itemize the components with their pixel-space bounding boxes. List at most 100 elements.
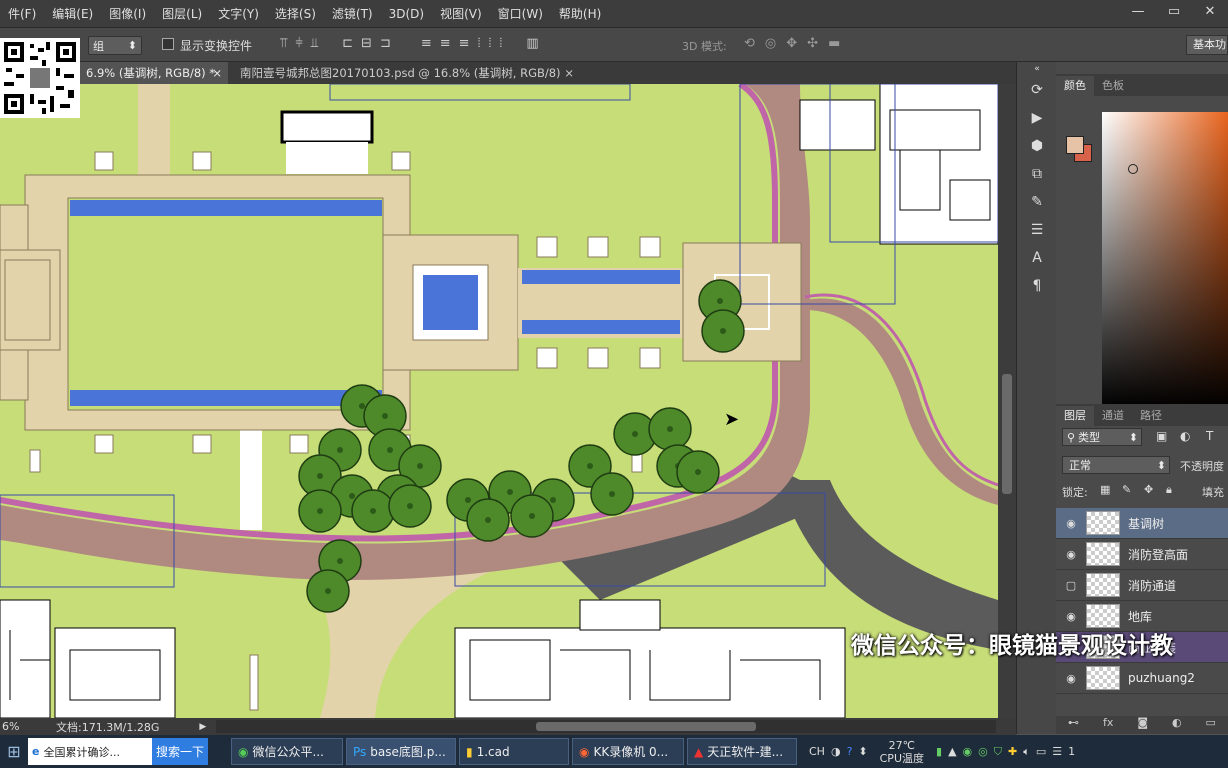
3d-pan-icon[interactable]: ✥ <box>786 36 797 51</box>
eye-icon[interactable]: ◉ <box>1056 672 1086 685</box>
search-button[interactable]: 搜索一下 <box>152 738 208 765</box>
distribute-vcenter-icon[interactable]: ≡ <box>440 36 451 51</box>
paragraph-icon[interactable]: ¶ <box>1017 272 1057 300</box>
foreground-color-swatch[interactable] <box>1066 136 1084 154</box>
distribute-hcenter-icon[interactable]: ⦙ <box>489 36 492 51</box>
mask-icon[interactable]: ◙ <box>1137 716 1148 734</box>
show-transform-checkbox[interactable] <box>162 38 174 50</box>
horizontal-scrollbar[interactable] <box>216 720 997 733</box>
h-scroll-thumb[interactable] <box>536 722 757 731</box>
align-hcenter-icon[interactable]: ⊟ <box>361 36 372 51</box>
tab-swatches[interactable]: 色板 <box>1094 76 1132 96</box>
status-arrow-icon[interactable]: ▶ <box>199 722 206 732</box>
auto-align-icon[interactable]: ▥ <box>526 36 538 51</box>
link-icon[interactable]: ⊷ <box>1068 716 1079 734</box>
shield-icon[interactable]: ⛉ <box>994 745 1002 759</box>
tab-layers[interactable]: 图层 <box>1056 406 1094 426</box>
3d-slide-icon[interactable]: ✣ <box>807 36 818 51</box>
hidden-icon[interactable]: ▢ <box>1056 579 1086 592</box>
app-tray-icon[interactable]: ◎ <box>978 745 988 758</box>
task-wechat[interactable]: ◉ 微信公众平... <box>231 738 343 765</box>
ime-icon[interactable]: ◑ <box>831 745 841 758</box>
tab-channels[interactable]: 通道 <box>1094 406 1132 426</box>
3d-roll-icon[interactable]: ◎ <box>765 36 776 51</box>
eye-icon[interactable]: ◉ <box>1056 517 1086 530</box>
brush-preset-icon[interactable]: ✎ <box>1017 188 1057 216</box>
menu-help[interactable]: 帮助(H) <box>551 5 609 22</box>
3d-cube-icon[interactable]: ⬢ <box>1017 132 1057 160</box>
ie-search-box[interactable]: e 全国累计确诊... <box>28 738 152 765</box>
auto-select-dropdown[interactable]: 组 ⬍ <box>88 36 142 55</box>
zoom-level[interactable]: 6% <box>0 720 44 733</box>
tab-close-icon[interactable]: × <box>212 62 222 84</box>
tab-paths[interactable]: 路径 <box>1132 406 1170 426</box>
workspace-select[interactable]: 基本功 <box>1186 35 1228 55</box>
filter-type-icon[interactable]: T <box>1206 429 1213 443</box>
menu-3d[interactable]: 3D(D) <box>381 7 432 21</box>
folder-icon[interactable]: ▭ <box>1206 716 1216 734</box>
tab-close-icon[interactable]: × <box>564 62 574 84</box>
menu-filter[interactable]: 滤镜(T) <box>324 5 381 22</box>
distribute-left-icon[interactable]: ⦙ <box>478 36 481 51</box>
layer-row[interactable]: ◉ puzhuang2 <box>1056 663 1228 694</box>
tab-color[interactable]: 颜色 <box>1056 76 1094 96</box>
menu-window[interactable]: 窗口(W) <box>490 5 551 22</box>
menu-image[interactable]: 图像(I) <box>101 5 154 22</box>
menu-select[interactable]: 选择(S) <box>267 5 324 22</box>
blend-mode-select[interactable]: 正常 ⬍ <box>1062 456 1170 474</box>
fx-icon[interactable]: fx <box>1103 716 1113 734</box>
eye-icon[interactable]: ◉ <box>1056 610 1086 623</box>
battery-icon[interactable]: ▮ <box>936 745 942 758</box>
layer-row[interactable]: ▢ 消防通道 <box>1056 570 1228 601</box>
start-button[interactable]: ⊞ <box>0 735 28 768</box>
filter-adjust-icon[interactable]: ◐ <box>1180 429 1190 443</box>
close-icon[interactable]: ✕ <box>1192 0 1228 22</box>
collapse-icon[interactable]: « <box>1017 62 1057 76</box>
lock-move-icon[interactable]: ✥ <box>1144 483 1153 496</box>
align-top-icon[interactable]: ⫪ <box>280 36 287 51</box>
task-kk-recorder[interactable]: ◉ KK录像机 0... <box>572 738 684 765</box>
task-tianzheng[interactable]: ▲ 天正软件-建... <box>687 738 797 765</box>
wechat-tray-icon[interactable]: ◉ <box>963 745 973 758</box>
align-left-icon[interactable]: ⊏ <box>342 36 353 51</box>
menu-edit[interactable]: 编辑(E) <box>44 5 101 22</box>
clock[interactable]: 1 <box>1068 745 1075 758</box>
align-bottom-icon[interactable]: ⫫ <box>311 36 318 51</box>
distribute-top-icon[interactable]: ≡ <box>421 36 432 51</box>
filter-pixel-icon[interactable]: ▣ <box>1156 429 1167 443</box>
task-cad-folder[interactable]: ▮ 1.cad <box>459 738 569 765</box>
document-canvas[interactable]: ➤ <box>0 84 998 718</box>
history-icon[interactable]: ⟳ <box>1017 76 1057 104</box>
align-right-icon[interactable]: ⊐ <box>380 36 391 51</box>
layer-row[interactable]: ◉ 消防登高面 <box>1056 539 1228 570</box>
layer-row[interactable]: ◉ 基调树 <box>1056 508 1228 539</box>
eye-icon[interactable]: ◉ <box>1056 548 1086 561</box>
character-icon[interactable]: A <box>1017 244 1057 272</box>
distribute-bottom-icon[interactable]: ≡ <box>459 36 470 51</box>
3d-rotate-icon[interactable]: ⟲ <box>744 36 755 51</box>
align-vcenter-icon[interactable]: ⫩ <box>295 36 302 51</box>
menu-layer[interactable]: 图层(L) <box>154 5 210 22</box>
lock-transparent-icon[interactable]: ▦ <box>1100 483 1110 496</box>
tab-base-map[interactable]: 6.9% (基调树, RGB/8) * × <box>76 62 228 84</box>
volume-icon[interactable]: 🔈︎ <box>1023 745 1030 759</box>
lock-paint-icon[interactable]: ✎ <box>1122 483 1131 496</box>
scroll-thumb[interactable] <box>1002 374 1012 494</box>
actions-play-icon[interactable]: ▶ <box>1017 104 1057 132</box>
security-icon[interactable]: ✚ <box>1008 745 1017 758</box>
menu-type[interactable]: 文字(Y) <box>210 5 267 22</box>
tab-master-plan[interactable]: 南阳壹号城邦总图20170103.psd @ 16.8% (基调树, RGB/8… <box>230 62 580 84</box>
filter-kind-select[interactable]: ⚲ 类型 ⬍ <box>1062 428 1142 446</box>
help-icon[interactable]: ? <box>847 745 853 758</box>
notification-icon[interactable]: ☰ <box>1052 745 1062 758</box>
adjustment-icon[interactable]: ◐ <box>1172 716 1182 734</box>
menu-file[interactable]: 件(F) <box>0 5 44 22</box>
menu-view[interactable]: 视图(V) <box>432 5 490 22</box>
3d-scale-icon[interactable]: ▬ <box>828 36 840 51</box>
ime-indicator[interactable]: CH <box>809 745 825 758</box>
minimize-icon[interactable]: — <box>1120 0 1156 22</box>
adjust-icon[interactable]: ☰ <box>1017 216 1057 244</box>
show-hidden-icon[interactable]: ▲ <box>948 745 956 758</box>
task-photoshop[interactable]: Ps base底图.p... <box>346 738 456 765</box>
distribute-right-icon[interactable]: ⦙ <box>499 36 502 51</box>
